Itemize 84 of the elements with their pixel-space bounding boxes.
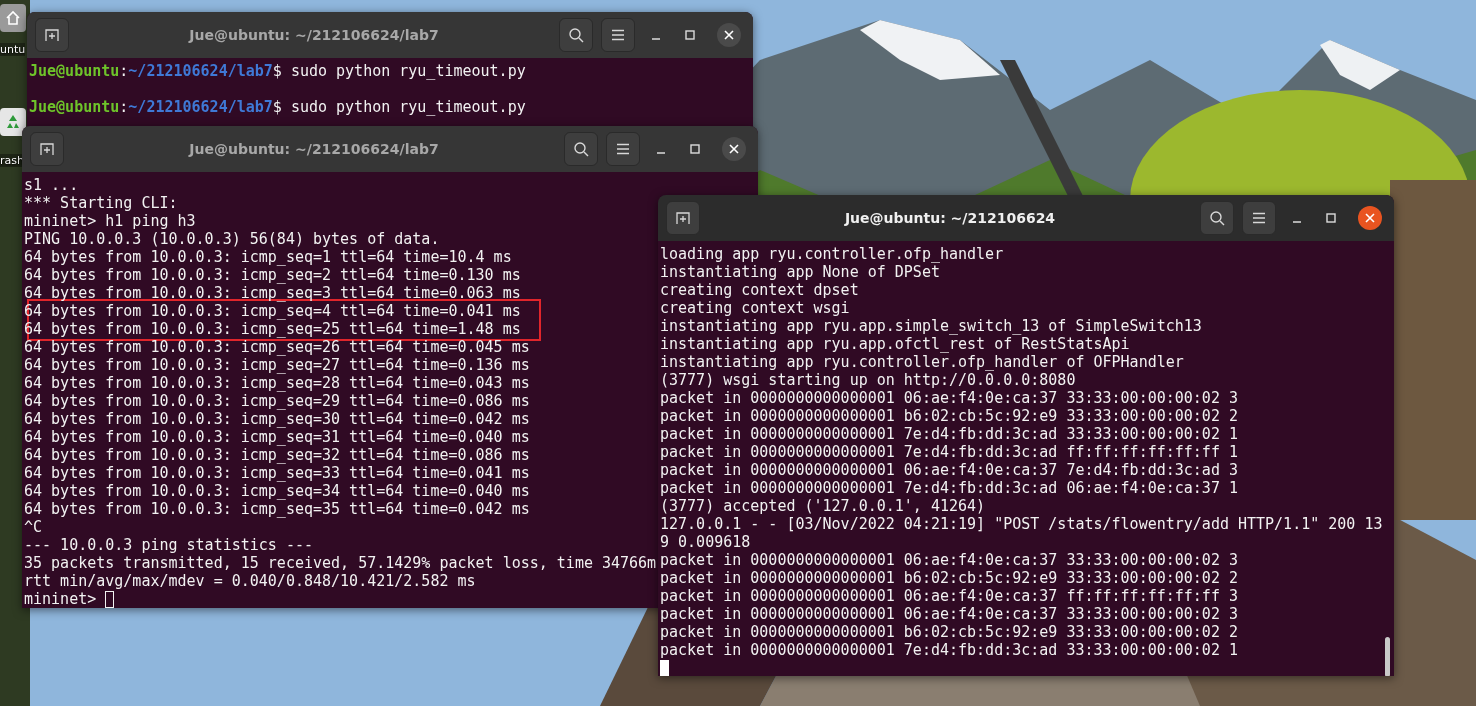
output-line: 64 bytes from 10.0.0.3: icmp_seq=34 ttl=64 time=0.040 ms: [24, 482, 530, 500]
recycle-icon[interactable]: [0, 108, 26, 136]
output-line: instantiating app ryu.app.ofctl_rest of RestStatsApi: [660, 335, 1130, 353]
new-tab-icon: [44, 27, 60, 43]
output-line: packet in 0000000000000001 7e:d4:fb:dd:3c:ad ff:ff:ff:ff:ff:ff 1: [660, 443, 1238, 461]
output-line: ^C: [24, 518, 43, 536]
output-line: (3777) accepted ('127.0.0.1', 41264): [660, 497, 986, 515]
shell-prompt: mininet>: [24, 590, 98, 608]
maximize-icon: [690, 144, 700, 154]
output-line: rtt min/avg/max/mdev = 0.040/0.848/10.421/2.582 ms: [24, 572, 476, 590]
output-line: packet in 0000000000000001 7e:d4:fb:dd:3c:ad 06:ae:f4:0e:ca:37 1: [660, 479, 1238, 497]
menu-icon: [616, 143, 630, 155]
window-title: Jue@ubuntu: ~/212106624/lab7: [187, 27, 440, 43]
search-button[interactable]: [564, 132, 598, 166]
home-folder-icon[interactable]: [0, 4, 26, 32]
new-tab-button[interactable]: [35, 18, 69, 52]
output-line: 64 bytes from 10.0.0.3: icmp_seq=35 ttl=64 time=0.042 ms: [24, 500, 530, 518]
close-button[interactable]: [722, 137, 746, 161]
search-icon: [568, 27, 584, 43]
output-line: mininet> h1 ping h3: [24, 212, 196, 230]
menu-button[interactable]: [606, 132, 640, 166]
close-button[interactable]: [1358, 206, 1382, 230]
output-line: *** Starting CLI:: [24, 194, 178, 212]
output-line: packet in 0000000000000001 06:ae:f4:0e:ca:37 ff:ff:ff:ff:ff:ff 3: [660, 587, 1238, 605]
menu-icon: [1252, 212, 1266, 224]
close-button[interactable]: [717, 23, 741, 47]
output-line: 64 bytes from 10.0.0.3: icmp_seq=27 ttl=64 time=0.136 ms: [24, 356, 530, 374]
close-icon: [1365, 213, 1375, 223]
maximize-icon: [685, 30, 695, 40]
output-line: instantiating app ryu.controller.ofp_handler of OFPHandler: [660, 353, 1184, 371]
output-line: packet in 0000000000000001 06:ae:f4:0e:ca:37 33:33:00:00:00:02 3: [660, 551, 1238, 569]
output-line: 35 packets transmitted, 15 received, 57.1429% packet loss, time 34766m: [24, 554, 657, 572]
output-line: 64 bytes from 10.0.0.3: icmp_seq=28 ttl=64 time=0.043 ms: [24, 374, 530, 392]
minimize-icon: [1292, 221, 1302, 223]
minimize-icon: [656, 152, 666, 154]
output-line: packet in 0000000000000001 b6:02:cb:5c:92:e9 33:33:00:00:00:02 2: [660, 623, 1238, 641]
output-line: 64 bytes from 10.0.0.3: icmp_seq=26 ttl=64 time=0.045 ms: [24, 338, 530, 356]
search-icon: [1209, 210, 1225, 226]
scrollbar[interactable]: [1385, 637, 1390, 676]
new-tab-icon: [39, 141, 55, 157]
search-button[interactable]: [1200, 201, 1234, 235]
output-line: packet in 0000000000000001 7e:d4:fb:dd:3c:ad 33:33:00:00:00:02 1: [660, 425, 1238, 443]
output-line: PING 10.0.0.3 (10.0.0.3) 56(84) bytes of data.: [24, 230, 440, 248]
output-line: 64 bytes from 10.0.0.3: icmp_seq=1 ttl=64 time=10.4 ms: [24, 248, 512, 266]
close-icon: [724, 30, 734, 40]
output-line: 64 bytes from 10.0.0.3: icmp_seq=2 ttl=64 time=0.130 ms: [24, 266, 521, 284]
output-line: instantiating app None of DPSet: [660, 263, 940, 281]
window-title: Jue@ubuntu: ~/212106624: [843, 210, 1057, 226]
output-line: creating context wsgi: [660, 299, 850, 317]
new-tab-button[interactable]: [30, 132, 64, 166]
search-icon: [573, 141, 589, 157]
output-line: instantiating app ryu.app.simple_switch_13 of SimpleSwitch13: [660, 317, 1202, 335]
maximize-icon: [1326, 213, 1336, 223]
output-line: --- 10.0.0.3 ping statistics ---: [24, 536, 313, 554]
output-line: packet in 0000000000000001 b6:02:cb:5c:92:e9 33:33:00:00:00:02 2: [660, 569, 1238, 587]
output-line: s1 ...: [24, 176, 79, 194]
output-line: 64 bytes from 10.0.0.3: icmp_seq=29 ttl=64 time=0.086 ms: [24, 392, 530, 410]
prompt-line: Jue@ubuntu:~/212106624/lab7$ sudo python ryu_timeout.py: [29, 62, 526, 80]
output-line: creating context dpset: [660, 281, 859, 299]
new-tab-button[interactable]: [666, 201, 700, 235]
search-button[interactable]: [559, 18, 593, 52]
output-line: loading app ryu.controller.ofp_handler: [660, 245, 1004, 263]
terminal-window[interactable]: [658, 195, 1394, 676]
output-line: 64 bytes from 10.0.0.3: icmp_seq=3 ttl=64 time=0.063 ms: [24, 284, 521, 302]
output-line: 127.0.0.1 - - [03/Nov/2022 04:21:19] "POST /stats/flowentry/add HTTP/1.1" 200 13: [660, 515, 1383, 533]
menu-icon: [611, 29, 625, 41]
output-line: 64 bytes from 10.0.0.3: icmp_seq=31 ttl=64 time=0.040 ms: [24, 428, 530, 446]
output-line: 9 0.009618: [660, 533, 751, 551]
output-line: packet in 0000000000000001 b6:02:cb:5c:92:e9 33:33:00:00:00:02 2: [660, 407, 1238, 425]
close-icon: [729, 144, 739, 154]
prompt-line: Jue@ubuntu:~/212106624/lab7$ sudo python ryu_timeout.py: [29, 98, 526, 116]
output-line: packet in 0000000000000001 06:ae:f4:0e:ca:37 33:33:00:00:00:02 3: [660, 389, 1238, 407]
output-line: 64 bytes from 10.0.0.3: icmp_seq=33 ttl=64 time=0.041 ms: [24, 464, 530, 482]
output-line: 64 bytes from 10.0.0.3: icmp_seq=30 ttl=64 time=0.042 ms: [24, 410, 530, 428]
window-title: Jue@ubuntu: ~/212106624/lab7: [187, 141, 440, 157]
output-line: packet in 0000000000000001 06:ae:f4:0e:ca:37 33:33:00:00:00:02 3: [660, 605, 1238, 623]
new-tab-icon: [675, 210, 691, 226]
output-line: packet in 0000000000000001 06:ae:f4:0e:ca:37 7e:d4:fb:dd:3c:ad 3: [660, 461, 1238, 479]
output-line: (3777) wsgi starting up on http://0.0.0.0:8080: [660, 371, 1076, 389]
menu-button[interactable]: [1242, 201, 1276, 235]
minimize-icon: [651, 38, 661, 40]
output-line: 64 bytes from 10.0.0.3: icmp_seq=32 ttl=64 time=0.086 ms: [24, 446, 530, 464]
output-line: packet in 0000000000000001 7e:d4:fb:dd:3c:ad 33:33:00:00:00:02 1: [660, 641, 1238, 659]
menu-button[interactable]: [601, 18, 635, 52]
